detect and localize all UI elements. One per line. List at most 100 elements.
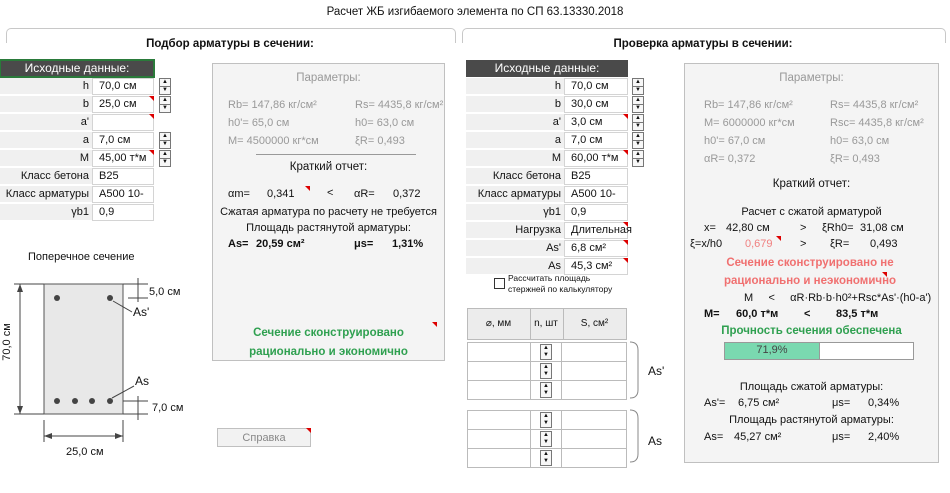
left-input-header[interactable]: Исходные данные: — [0, 59, 155, 78]
spin-icon[interactable]: ▲ ▼ — [540, 344, 552, 360]
spin-button-icon[interactable]: ▲ ▼ — [159, 132, 171, 149]
right-param-h0: h0= 63,0 см — [830, 135, 890, 147]
right-row-input[interactable]: A500 10-40 — [564, 186, 628, 215]
comment-marker-icon — [623, 150, 628, 155]
comment-marker-icon — [149, 96, 154, 101]
right-row-label: Класс арматуры — [466, 186, 564, 203]
spin-button-icon[interactable]: ▲ ▼ — [632, 150, 644, 167]
right-param-alphar: αR= 0,372 — [704, 153, 756, 165]
beam-outline — [43, 283, 124, 415]
utilization-bar: 71,9% — [724, 342, 914, 360]
right-row-input[interactable]: 7,0 см — [564, 132, 628, 149]
col-diameter: ⌀, мм — [485, 318, 512, 329]
left-row-input[interactable]: A500 10-40 — [92, 186, 154, 215]
right-row-label: a' — [466, 114, 564, 131]
left-cmp: < — [327, 187, 334, 199]
left-row-label: Класс бетона — [0, 168, 92, 185]
right-row-label: γb1 — [466, 204, 564, 221]
right-row-input[interactable]: 30,0 см — [564, 96, 628, 113]
comment-marker-icon — [776, 236, 781, 241]
as-prime-label: As'= — [704, 397, 726, 409]
spin-icon[interactable]: ▲ ▼ — [540, 450, 552, 466]
left-param-xir: ξR= 0,493 — [355, 135, 405, 147]
comment-marker-icon — [623, 258, 628, 263]
spin-button-icon[interactable]: ▲ ▼ — [632, 78, 644, 95]
comment-marker-icon — [149, 114, 154, 119]
right-row-input[interactable]: 3,0 см — [564, 114, 628, 131]
left-row-label: M — [0, 150, 92, 167]
right-params-title: Параметры: — [779, 72, 844, 84]
table-brackets — [629, 341, 639, 463]
right-row-input[interactable]: B25 — [564, 168, 628, 185]
as-prime-value: 6,75 см² — [738, 397, 780, 409]
right-param-rs: Rs= 4435,8 кг/см² — [830, 99, 919, 111]
xi-value: 0,679 — [745, 238, 773, 250]
left-param-m: M= 4500000 кг*см — [228, 135, 319, 147]
right-param-xir: ξR= 0,493 — [830, 153, 880, 165]
left-row-label: γb1 — [0, 204, 92, 221]
spin-icon[interactable]: ▲ ▼ — [540, 412, 552, 428]
left-comp-text: Сжатая арматура по расчету не требуется — [220, 206, 437, 218]
left-row-label: h — [0, 78, 92, 95]
right-row-input[interactable]: Длительная — [564, 222, 632, 239]
xi-r-h0-label: ξRh0= — [822, 222, 854, 234]
spin-button-icon[interactable]: ▲ ▼ — [159, 150, 171, 167]
spin-icon[interactable]: ▲ ▼ — [540, 363, 552, 379]
label-as-prime: As' — [133, 305, 150, 319]
mu-label: μs= — [832, 431, 851, 443]
rebar-bottom-2 — [72, 398, 78, 404]
table-label-as-prime: As' — [648, 364, 665, 378]
left-alpha-r-value: 0,372 — [393, 188, 421, 200]
left-row-input[interactable]: 0,9 — [92, 204, 154, 221]
right-param-rb: Rb= 147,86 кг/см² — [704, 99, 793, 111]
right-row-input[interactable]: 60,00 т*м — [564, 150, 628, 167]
dim-width: 25,0 см — [66, 446, 104, 458]
left-row-input[interactable]: 70,0 см — [92, 78, 154, 95]
calc-checkbox[interactable] — [494, 278, 505, 289]
left-row-input[interactable]: 7,0 см — [92, 132, 154, 149]
spin-button-icon[interactable]: ▲ ▼ — [159, 78, 171, 95]
right-row-input[interactable]: 0,9 — [564, 204, 628, 221]
label-as: As — [135, 374, 150, 388]
left-row-input[interactable]: B25 — [92, 168, 154, 185]
comp-area-title: Площадь сжатой арматуры: — [739, 381, 884, 393]
left-param-rb: Rb= 147,86 кг/см² — [228, 99, 317, 111]
xi-r-value: 0,493 — [870, 238, 898, 250]
left-param-h0p: h0'= 65,0 см — [228, 117, 290, 129]
x-label: x= — [704, 222, 716, 234]
right-row-label: M — [466, 150, 564, 167]
xi-r-label: ξR= — [830, 238, 850, 250]
cross-section-title: Поперечное сечение — [28, 251, 135, 263]
m-capacity: 83,5 т*м — [836, 308, 879, 320]
mu-prime-value: 0,34% — [868, 397, 900, 409]
spin-button-icon[interactable]: ▲ ▼ — [632, 114, 644, 131]
spin-button-icon[interactable]: ▲ ▼ — [632, 132, 644, 149]
comment-marker-icon — [623, 114, 628, 119]
help-button[interactable]: Справка — [217, 428, 311, 447]
cell[interactable] — [467, 342, 531, 362]
m-cmp: < — [804, 308, 811, 320]
left-divider — [256, 154, 416, 155]
right-row-input[interactable]: 6,8 см² — [564, 240, 628, 257]
left-row-input[interactable] — [92, 114, 154, 131]
m-value: 60,0 т*м — [736, 308, 779, 320]
right-input-header: Исходные данные: — [466, 60, 628, 77]
spin-button-icon[interactable]: ▲ ▼ — [159, 96, 171, 113]
spin-icon[interactable]: ▲ ▼ — [540, 382, 552, 398]
left-row-input[interactable]: 25,0 см — [92, 96, 154, 113]
comment-marker-icon — [623, 240, 628, 245]
rebar-top-2 — [107, 295, 113, 301]
left-param-rs: Rs= 4435,8 кг/см² — [355, 99, 444, 111]
right-report-title: Краткий отчет: — [772, 178, 851, 190]
spin-button-icon[interactable]: ▲ ▼ — [632, 96, 644, 113]
left-mu-label: μs= — [354, 238, 374, 250]
rebar-table-tension: ▲ ▼ ▲ ▼ ▲ ▼ — [467, 410, 627, 468]
right-row-input[interactable]: 70,0 см — [564, 78, 628, 95]
right-warning: Сечение сконструировано не рационально и… — [723, 257, 897, 287]
calc-checkbox-label: Рассчитать площадь стержней по калькулят… — [508, 273, 613, 294]
left-report-title: Краткий отчет: — [289, 161, 368, 173]
left-row-input[interactable]: 45,00 т*м — [92, 150, 154, 167]
left-alpha-m-label: αm= — [228, 188, 250, 200]
spin-icon[interactable]: ▲ ▼ — [540, 431, 552, 447]
comment-marker-icon — [623, 222, 628, 227]
